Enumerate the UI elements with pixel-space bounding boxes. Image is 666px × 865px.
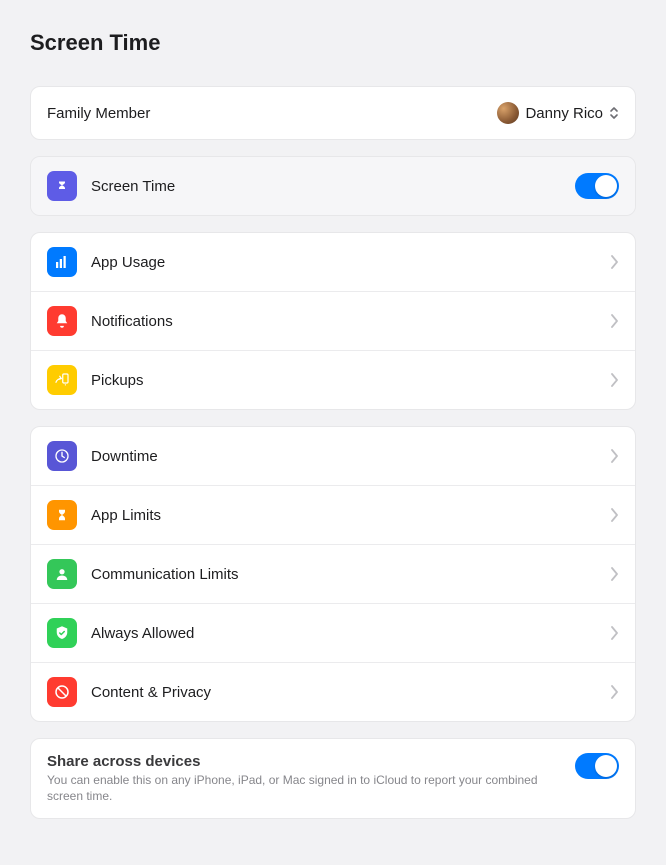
app-usage-icon [47,247,77,277]
chevron-right-icon [611,567,619,581]
chevron-right-icon [611,626,619,640]
communication-limits-icon [47,559,77,589]
screentime-toggle-row: Screen Time [31,157,635,215]
content-privacy-label: Content & Privacy [91,684,611,701]
downtime-label: Downtime [91,448,611,465]
usage-group: App Usage Notifications Pickups [30,232,636,410]
chevron-right-icon [611,373,619,387]
screentime-label: Screen Time [91,178,575,195]
always-allowed-row[interactable]: Always Allowed [31,603,635,662]
app-usage-label: App Usage [91,254,611,271]
app-limits-row[interactable]: App Limits [31,485,635,544]
family-member-panel: Family Member Danny Rico [30,86,636,140]
chevron-right-icon [611,685,619,699]
limits-group: Downtime App Limits Communication Limits… [30,426,636,722]
communication-limits-row[interactable]: Communication Limits [31,544,635,603]
notifications-label: Notifications [91,313,611,330]
avatar [497,102,519,124]
communication-limits-label: Communication Limits [91,566,611,583]
always-allowed-icon [47,618,77,648]
downtime-icon [47,441,77,471]
family-member-label: Family Member [47,105,497,122]
screentime-panel: Screen Time [30,156,636,216]
chevron-right-icon [611,449,619,463]
app-limits-label: App Limits [91,507,611,524]
pickups-row[interactable]: Pickups [31,350,635,409]
share-subtitle: You can enable this on any iPhone, iPad,… [47,772,559,804]
app-limits-icon [47,500,77,530]
notifications-row[interactable]: Notifications [31,291,635,350]
share-title: Share across devices [47,753,559,770]
chevron-right-icon [611,314,619,328]
family-member-name: Danny Rico [525,105,603,122]
page-title: Screen Time [30,30,636,56]
always-allowed-label: Always Allowed [91,625,611,642]
chevron-right-icon [611,255,619,269]
family-member-selector[interactable]: Family Member Danny Rico [31,87,635,139]
screentime-toggle[interactable] [575,173,619,199]
notifications-icon [47,306,77,336]
chevron-right-icon [611,508,619,522]
app-usage-row[interactable]: App Usage [31,233,635,291]
share-panel: Share across devices You can enable this… [30,738,636,819]
hourglass-icon [47,171,77,201]
downtime-row[interactable]: Downtime [31,427,635,485]
content-privacy-icon [47,677,77,707]
pickups-label: Pickups [91,372,611,389]
share-across-devices-row: Share across devices You can enable this… [31,739,635,818]
share-toggle[interactable] [575,753,619,779]
content-privacy-row[interactable]: Content & Privacy [31,662,635,721]
updown-icon [609,105,619,121]
pickups-icon [47,365,77,395]
